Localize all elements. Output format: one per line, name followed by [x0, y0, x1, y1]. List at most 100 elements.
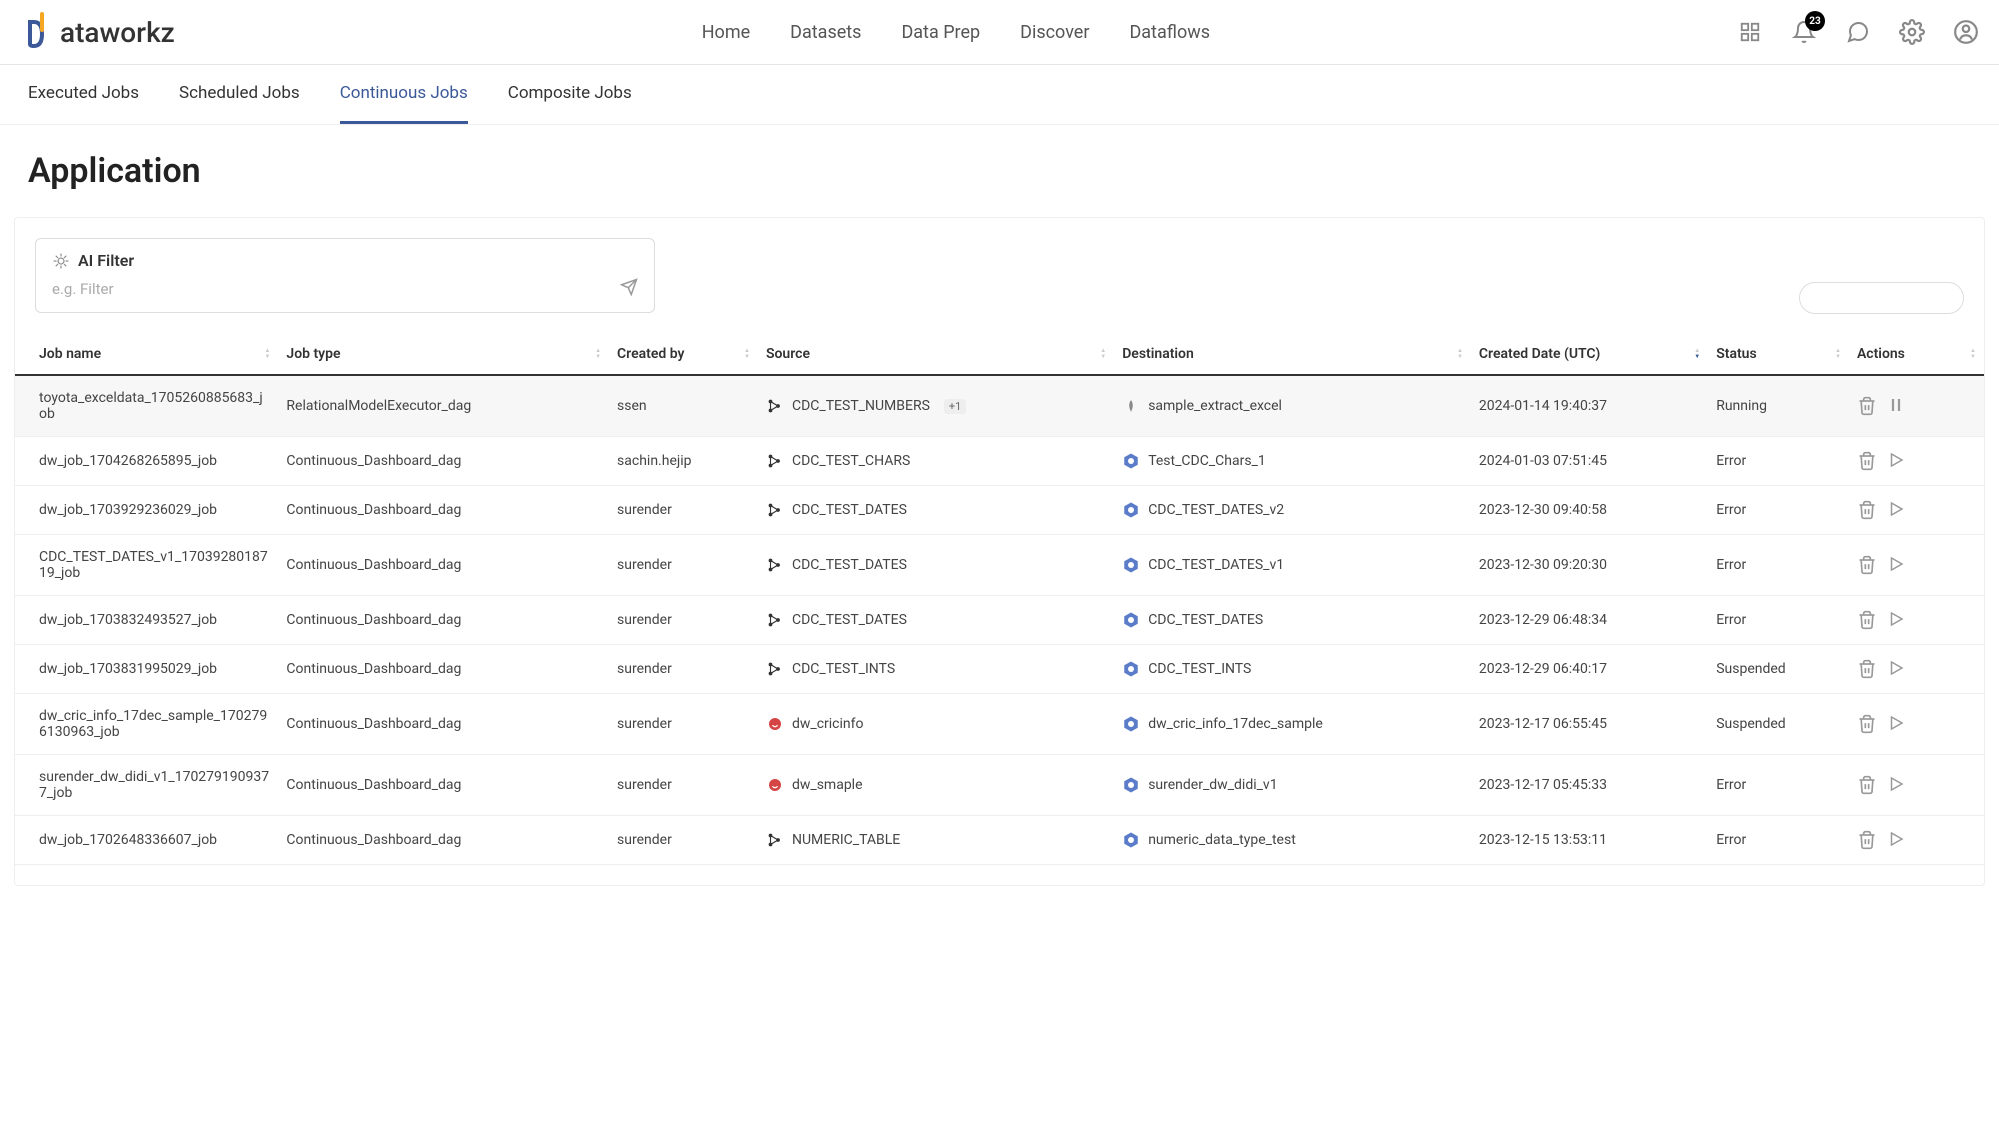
destination-icon: [1122, 660, 1140, 678]
app-header: ataworkz Home Datasets Data Prep Discove…: [0, 0, 1999, 65]
cell-created-by: surender: [609, 645, 758, 694]
page-title: Application: [0, 125, 1999, 217]
cell-job-type: Continuous_Dashboard_dag: [278, 486, 609, 535]
cell-actions: [1849, 437, 1984, 486]
play-icon[interactable]: [1887, 830, 1907, 850]
play-icon[interactable]: [1887, 610, 1907, 630]
tabs-bar: Executed Jobs Scheduled Jobs Continuous …: [0, 65, 1999, 125]
table-row[interactable]: dw_job_1704268265895_jobContinuous_Dashb…: [15, 437, 1984, 486]
cell-source: CDC_TEST_NUMBERS+1: [758, 375, 1114, 437]
col-job-type[interactable]: Job type▲▼: [278, 334, 609, 375]
nav-dataflows[interactable]: Dataflows: [1129, 22, 1210, 43]
cell-created-by: surender: [609, 486, 758, 535]
delete-icon[interactable]: [1857, 714, 1877, 734]
sparkle-icon: [52, 252, 70, 270]
cell-created-by: surender: [609, 535, 758, 596]
user-icon[interactable]: [1953, 19, 1979, 45]
cell-status: Error: [1708, 486, 1849, 535]
table-row[interactable]: dw_cric_info_17dec_sample_1702796130963_…: [15, 694, 1984, 755]
play-icon[interactable]: [1887, 555, 1907, 575]
table-row[interactable]: dw_job_1703832493527_jobContinuous_Dashb…: [15, 596, 1984, 645]
delete-icon[interactable]: [1857, 500, 1877, 520]
nav-datasets[interactable]: Datasets: [790, 22, 861, 43]
destination-icon: [1122, 611, 1140, 629]
cell-job-type: Continuous_Dashboard_dag: [278, 535, 609, 596]
cell-created-date: 2023-12-29 06:40:17: [1471, 645, 1708, 694]
table-row[interactable]: dw_job_1702648336607_jobContinuous_Dashb…: [15, 816, 1984, 865]
cell-destination: Test_CDC_Chars_1: [1114, 437, 1471, 486]
tab-scheduled-jobs[interactable]: Scheduled Jobs: [179, 65, 300, 124]
cell-job-type: RelationalModelExecutor_dag: [278, 375, 609, 437]
cell-destination: CDC_TEST_DATES_v2: [1114, 486, 1471, 535]
delete-icon[interactable]: [1857, 659, 1877, 679]
cell-source: CDC_TEST_CHARS: [758, 437, 1114, 486]
header-icons: 23: [1737, 19, 1979, 45]
apps-icon[interactable]: [1737, 19, 1763, 45]
play-icon[interactable]: [1887, 714, 1907, 734]
cell-status: Error: [1708, 437, 1849, 486]
col-created-date[interactable]: Created Date (UTC)▲▼: [1471, 334, 1708, 375]
settings-icon[interactable]: [1899, 19, 1925, 45]
cell-actions: [1849, 375, 1984, 437]
col-created-by[interactable]: Created by▲▼: [609, 334, 758, 375]
delete-icon[interactable]: [1857, 610, 1877, 630]
cell-destination: CDC_TEST_DATES_v1: [1114, 535, 1471, 596]
cell-destination: CDC_TEST_INTS: [1114, 645, 1471, 694]
nav-discover[interactable]: Discover: [1020, 22, 1089, 43]
ai-filter-input[interactable]: [52, 280, 620, 298]
table-row[interactable]: dw_job_1703831995029_jobContinuous_Dashb…: [15, 645, 1984, 694]
cell-job-name: surender_dw_didi_v1_1702791909377_job: [15, 755, 278, 816]
nav-dataprep[interactable]: Data Prep: [901, 22, 980, 43]
ai-filter-box: AI Filter: [35, 238, 655, 313]
table-row[interactable]: dw_job_1703929236029_jobContinuous_Dashb…: [15, 486, 1984, 535]
col-source[interactable]: Source▲▼: [758, 334, 1114, 375]
logo-text: ataworkz: [60, 16, 175, 49]
cell-job-name: dw_job_1703929236029_job: [15, 486, 278, 535]
col-job-name[interactable]: Job name▲▼: [15, 334, 278, 375]
source-icon: [766, 715, 784, 733]
nav-home[interactable]: Home: [702, 22, 750, 43]
play-icon[interactable]: [1887, 775, 1907, 795]
tab-executed-jobs[interactable]: Executed Jobs: [28, 65, 139, 124]
send-icon[interactable]: [620, 278, 638, 300]
jobs-table: Job name▲▼ Job type▲▼ Created by▲▼ Sourc…: [15, 334, 1984, 865]
destination-icon: [1122, 776, 1140, 794]
play-icon[interactable]: [1887, 451, 1907, 471]
play-icon[interactable]: [1887, 659, 1907, 679]
table-row[interactable]: toyota_exceldata_1705260885683_jobRelati…: [15, 375, 1984, 437]
chat-icon[interactable]: [1845, 19, 1871, 45]
delete-icon[interactable]: [1857, 396, 1877, 416]
cell-created-date: 2024-01-03 07:51:45: [1471, 437, 1708, 486]
cell-status: Running: [1708, 375, 1849, 437]
table-row[interactable]: surender_dw_didi_v1_1702791909377_jobCon…: [15, 755, 1984, 816]
delete-icon[interactable]: [1857, 555, 1877, 575]
cell-job-type: Continuous_Dashboard_dag: [278, 816, 609, 865]
delete-icon[interactable]: [1857, 830, 1877, 850]
cell-job-name: dw_job_1702648336607_job: [15, 816, 278, 865]
tab-composite-jobs[interactable]: Composite Jobs: [508, 65, 632, 124]
col-status[interactable]: Status▲▼: [1708, 334, 1849, 375]
cell-created-by: ssen: [609, 375, 758, 437]
destination-icon: [1122, 501, 1140, 519]
destination-icon: [1122, 831, 1140, 849]
cell-actions: [1849, 535, 1984, 596]
tab-continuous-jobs[interactable]: Continuous Jobs: [340, 65, 468, 124]
cell-job-name: dw_job_1703831995029_job: [15, 645, 278, 694]
search-input[interactable]: [1799, 282, 1964, 314]
cell-job-name: dw_job_1703832493527_job: [15, 596, 278, 645]
cell-destination: CDC_TEST_DATES: [1114, 596, 1471, 645]
logo[interactable]: ataworkz: [20, 12, 175, 52]
source-icon: [766, 452, 784, 470]
table-row[interactable]: CDC_TEST_DATES_v1_1703928018719_jobConti…: [15, 535, 1984, 596]
delete-icon[interactable]: [1857, 775, 1877, 795]
cell-job-name: toyota_exceldata_1705260885683_job: [15, 375, 278, 437]
cell-created-date: 2024-01-14 19:40:37: [1471, 375, 1708, 437]
cell-created-date: 2023-12-17 06:55:45: [1471, 694, 1708, 755]
col-destination[interactable]: Destination▲▼: [1114, 334, 1471, 375]
pause-icon[interactable]: [1887, 396, 1907, 416]
delete-icon[interactable]: [1857, 451, 1877, 471]
play-icon[interactable]: [1887, 500, 1907, 520]
notifications-icon[interactable]: 23: [1791, 19, 1817, 45]
cell-source: NUMERIC_TABLE: [758, 816, 1114, 865]
cell-created-date: 2023-12-30 09:40:58: [1471, 486, 1708, 535]
